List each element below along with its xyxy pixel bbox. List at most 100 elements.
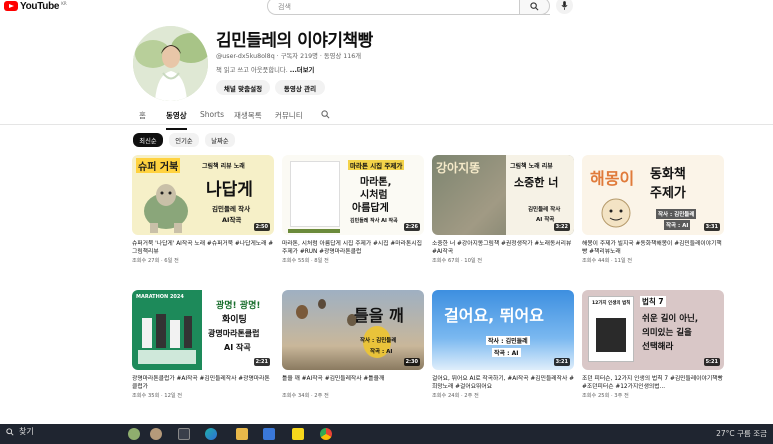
- more-link[interactable]: ...더보기: [290, 67, 315, 74]
- author-photo: [596, 318, 626, 352]
- thumb-headline: 쉬운 길이 아닌,: [642, 314, 699, 324]
- channel-description[interactable]: 책 읽고 쓰고 아웃풋합니다. ...더보기: [216, 65, 314, 74]
- video-thumbnail[interactable]: MARATHON 2024 광명! 광명! 화이팅 광명마라톤클럽 AI 작곡 …: [132, 290, 274, 370]
- thumb-credit2: AI 작곡: [536, 217, 555, 223]
- video-title[interactable]: 걸어요, 뛰어요 AI로 작곡하기, #AI작곡 #김민들레작사 #희망노래 #…: [432, 375, 574, 391]
- thumb-title: 해몽이: [590, 169, 635, 188]
- character-illustration: [601, 198, 631, 228]
- video-card[interactable]: 12가지 인생의 법칙 법칙 7 쉬운 길이 아닌, 의미있는 길을 선택해라 …: [582, 290, 724, 399]
- thumb-credit: 작사 : 김민들레: [360, 338, 397, 344]
- video-title[interactable]: 마라톤, 시처럼 아름답게 시집 주제가 #시집 #마라톤시집주제가 #RUN …: [282, 240, 424, 256]
- taskbar-weather[interactable]: 27°C 구름 조금: [716, 428, 767, 439]
- search-input[interactable]: 검색: [267, 0, 550, 15]
- video-title[interactable]: 틀을 깨 #AI작곡 #김민들레작사 #틀을깨: [282, 375, 424, 391]
- duration-badge: 2:26: [403, 223, 420, 231]
- top-bar: YouTube KR 검색: [0, 0, 773, 16]
- book-shadow: [288, 229, 340, 233]
- thumb-title: 마라톤 시집 주제가: [348, 160, 405, 170]
- duration-badge: 2:30: [403, 358, 420, 366]
- customize-channel-button[interactable]: 채널 맞춤설정: [216, 80, 270, 95]
- video-meta: 조회수 34회 · 2주 전: [282, 393, 329, 399]
- taskbar-search-label: 찾기: [19, 427, 34, 436]
- chip-oldest[interactable]: 날짜순: [205, 133, 235, 147]
- video-card[interactable]: 틀을 깨 작사 : 김민들레 작곡 : AI 2:30 틀을 깨 #AI작곡 #…: [282, 290, 424, 399]
- video-thumbnail[interactable]: 해몽이 동화책 주제가 작사 : 김민들레 작곡 : AI 3:31: [582, 155, 724, 235]
- thumb-credit2: AI작곡: [222, 216, 242, 224]
- search-button[interactable]: [519, 0, 550, 15]
- video-card[interactable]: 슈퍼 거북 그림책 리뷰 노래 나답게 김민들레 작사 AI작곡 2:50 슈퍼…: [132, 155, 274, 264]
- thumb-credit2: 작곡 : AI: [370, 349, 393, 355]
- book-title: 12가지 인생의 법칙: [592, 301, 631, 306]
- turtle-illustration: [144, 184, 188, 233]
- duration-badge: 3:22: [553, 223, 570, 231]
- thumb-subtitle: 그림책 리뷰 노래: [202, 163, 245, 170]
- thumb-subtitle: 그림책 노래 리뷰: [510, 163, 553, 170]
- video-meta: 조회수 27회 · 6일 전: [132, 258, 179, 264]
- thumb-headline: 나답게: [206, 180, 253, 200]
- video-thumbnail[interactable]: 강아지똥 그림책 노래 리뷰 소중한 너 김민들레 작사 AI 작곡 3:22: [432, 155, 574, 235]
- channel-avatar[interactable]: [133, 26, 208, 101]
- widget-icon[interactable]: [128, 428, 140, 440]
- thumb-headline: 동화책: [650, 167, 686, 182]
- windows-taskbar: 찾기 27°C 구름 조금: [0, 424, 773, 444]
- video-title[interactable]: 소중한 너 #강아지똥그림책 #권정생작가 #노래동서리뷰 #AI작곡: [432, 240, 574, 256]
- manage-videos-button[interactable]: 동영상 관리: [275, 80, 325, 95]
- thumb-credit2: 작곡 : AI: [492, 348, 521, 357]
- video-card[interactable]: 마라톤 시집 주제가 마라톤, 시처럼 아름답게 김민들레 작사 AI 작곡 2…: [282, 155, 424, 264]
- thumb-headline: 광명! 광명!: [216, 301, 261, 311]
- video-meta: 조회수 25회 · 3주 전: [582, 393, 629, 399]
- video-thumbnail[interactable]: 틀을 깨 작사 : 김민들레 작곡 : AI 2:30: [282, 290, 424, 370]
- file-explorer-icon[interactable]: [236, 428, 248, 440]
- thumb-credit: AI 작곡: [224, 343, 251, 352]
- thumb-headline: 소중한 너: [514, 176, 559, 189]
- thumb-title: 강아지똥: [436, 161, 481, 175]
- thumb-credit: 김민들레 작사: [528, 207, 561, 213]
- youtube-logo[interactable]: YouTube KR: [4, 0, 67, 12]
- channel-meta: @user-dx5ku8ol8q · 구독자 219명 · 동영상 116개: [216, 53, 362, 60]
- logo-text: YouTube: [20, 0, 60, 12]
- video-thumbnail[interactable]: 12가지 인생의 법칙 법칙 7 쉬운 길이 아닌, 의미있는 길을 선택해라 …: [582, 290, 724, 370]
- video-thumbnail[interactable]: 마라톤 시집 주제가 마라톤, 시처럼 아름답게 김민들레 작사 AI 작곡 2…: [282, 155, 424, 235]
- edge-icon[interactable]: [205, 428, 217, 440]
- kakaotalk-icon[interactable]: [292, 428, 304, 440]
- duration-badge: 5:21: [703, 358, 720, 366]
- search-icon: [530, 1, 539, 10]
- video-thumbnail[interactable]: 걸어요, 뛰어요 작사 : 김민들레 작곡 : AI 3:21: [432, 290, 574, 370]
- channel-search-icon[interactable]: [321, 110, 330, 119]
- video-card[interactable]: 해몽이 동화책 주제가 작사 : 김민들레 작곡 : AI 3:31 해몽이 주…: [582, 155, 724, 264]
- thumb-credit: 김민들레 작사 AI 작곡: [350, 218, 398, 224]
- chip-latest[interactable]: 최신순: [133, 133, 163, 147]
- mail-icon[interactable]: [263, 428, 275, 440]
- widget-icon-2[interactable]: [150, 428, 162, 440]
- duration-badge: 2:50: [253, 223, 270, 231]
- thumb-headline2: 주제가: [650, 186, 686, 201]
- chrome-icon[interactable]: [320, 428, 332, 440]
- channel-title: 김민들레의 이야기책빵: [216, 31, 373, 51]
- video-title[interactable]: 슈퍼거북 '나답게' AI작곡 노래 #슈퍼거북 #나답게노래 #그림책리뷰: [132, 240, 274, 256]
- video-title[interactable]: 해몽이 주제가 빌지국 #동화책해몽이 #김민들레이야기책빵 #책리뷰노래: [582, 240, 724, 256]
- thumb-headline3: 광명마라톤클럽: [208, 329, 260, 338]
- video-card[interactable]: 걸어요, 뛰어요 작사 : 김민들레 작곡 : AI 3:21 걸어요, 뛰어요…: [432, 290, 574, 399]
- video-card[interactable]: MARATHON 2024 광명! 광명! 화이팅 광명마라톤클럽 AI 작곡 …: [132, 290, 274, 399]
- task-view-icon[interactable]: [178, 428, 190, 440]
- runners-illustration: [138, 314, 196, 364]
- duration-badge: 2:21: [253, 358, 270, 366]
- video-card[interactable]: 강아지똥 그림책 노래 리뷰 소중한 너 김민들레 작사 AI 작곡 3:22 …: [432, 155, 574, 264]
- video-meta: 조회수 67회 · 10일 전: [432, 258, 483, 264]
- video-thumbnail[interactable]: 슈퍼 거북 그림책 리뷰 노래 나답게 김민들레 작사 AI작곡 2:50: [132, 155, 274, 235]
- channel-description-text: 책 읽고 쓰고 아웃풋합니다.: [216, 67, 288, 74]
- thumb-credit: 김민들레 작사: [212, 205, 251, 213]
- duration-badge: 3:31: [703, 223, 720, 231]
- taskbar-search[interactable]: 찾기: [6, 426, 34, 437]
- video-title[interactable]: 조던 피터슨, 12가지 인생의 법칙 7 #김민들레이야기책빵 #조던피터슨 …: [582, 375, 724, 391]
- thumb-headline: 걸어요, 뛰어요: [444, 306, 544, 325]
- microphone-icon: [561, 1, 568, 10]
- video-meta: 조회수 35회 · 12일 전: [132, 393, 183, 399]
- video-title[interactable]: 광명마라톤클럽가 #AI작곡 #김민들레작사 #광명마라톤클럽가: [132, 375, 274, 391]
- youtube-play-icon: [4, 1, 18, 11]
- voice-search-button[interactable]: [556, 0, 573, 14]
- chip-popular[interactable]: 인기순: [169, 133, 199, 147]
- thumb-banner: MARATHON 2024: [136, 294, 184, 300]
- duration-badge: 3:21: [553, 358, 570, 366]
- thumb-headline3: 선택해라: [642, 342, 674, 352]
